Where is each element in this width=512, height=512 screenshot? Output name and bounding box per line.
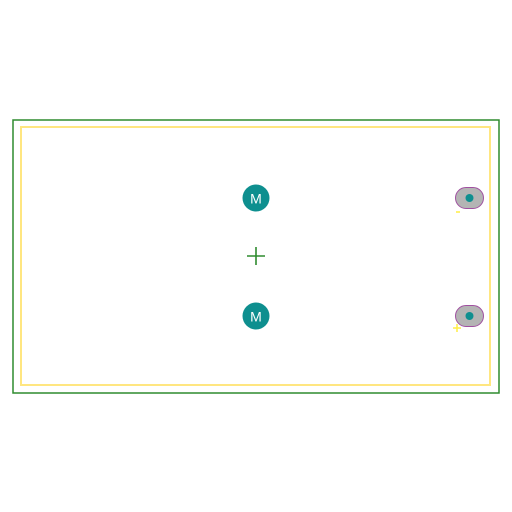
terminal-pad-negative[interactable] [455, 187, 484, 209]
mounting-pad-label: M [250, 191, 262, 207]
mounting-pad-label: M [250, 309, 262, 325]
mounting-pad-top[interactable]: M [242, 184, 270, 212]
terminal-pad-positive[interactable] [455, 305, 484, 327]
mounting-pad-bottom[interactable]: M [242, 302, 270, 330]
pcb-footprint-view: M M [0, 0, 512, 512]
